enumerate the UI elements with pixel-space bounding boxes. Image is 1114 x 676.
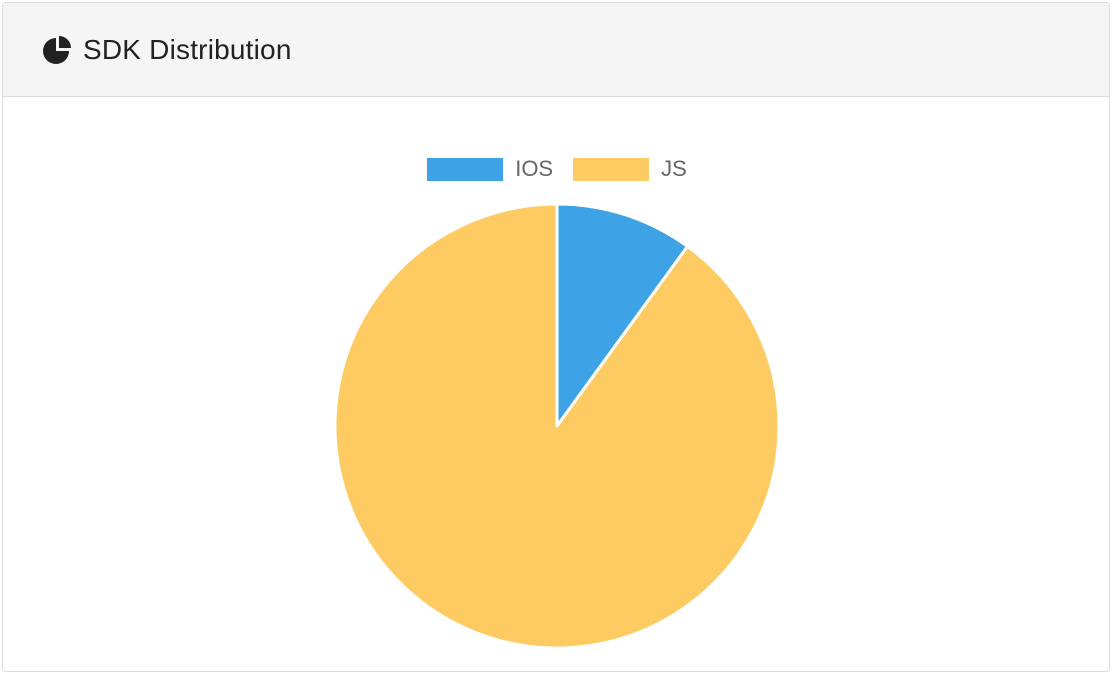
panel-title: SDK Distribution xyxy=(83,33,292,65)
pie-chart-svg xyxy=(333,202,781,650)
panel-header: SDK Distribution xyxy=(3,3,1109,97)
pie-slice-js[interactable] xyxy=(333,202,781,650)
pie-chart: IOS JS xyxy=(3,98,1109,671)
sdk-distribution-panel: SDK Distribution IOS JS xyxy=(2,2,1110,672)
pie-chart-icon xyxy=(41,33,75,67)
